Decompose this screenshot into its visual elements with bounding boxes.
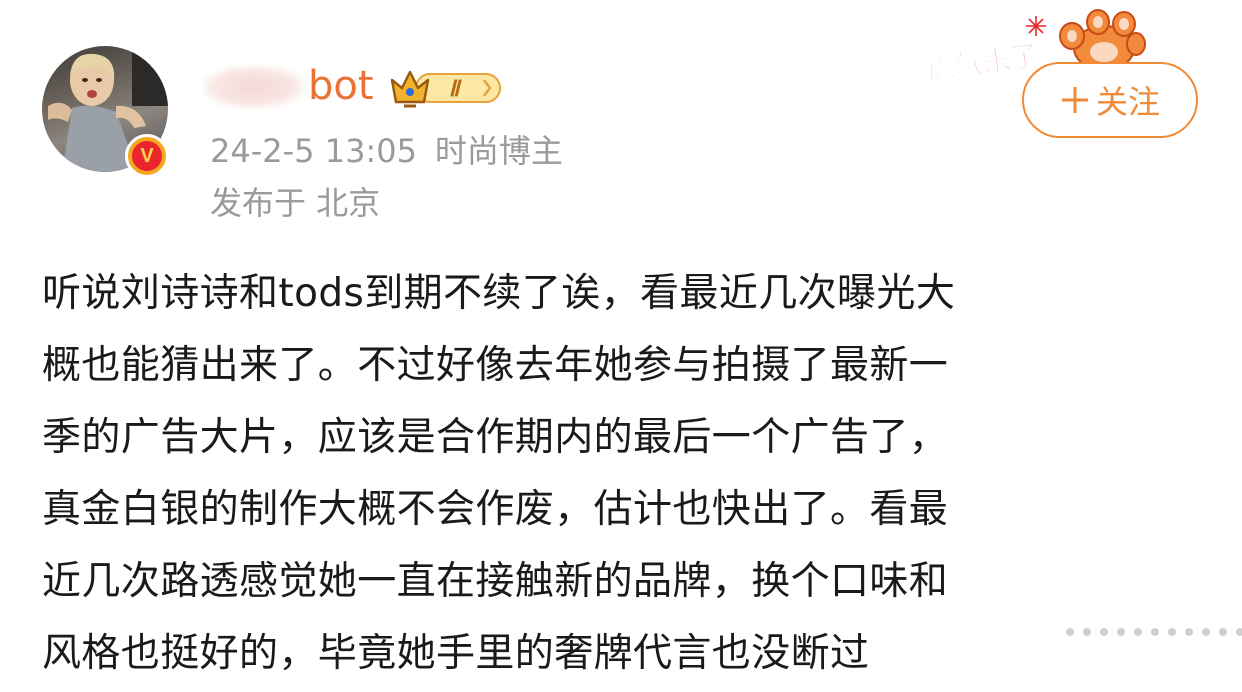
post-body-line: 概也能猜出来了。不过好像去年她参与拍摄了最新一 [42, 343, 949, 388]
verified-badge-icon: V [125, 134, 169, 178]
blurred-name-mask [204, 66, 304, 108]
post-body-line: 近几次路透感觉她一直在接触新的品牌，换个口味和 [42, 559, 949, 604]
plus-icon [1061, 87, 1088, 113]
follow-label: 关注 [1095, 83, 1160, 121]
follow-button[interactable]: 关注 [1022, 62, 1198, 138]
author-name[interactable]: bot [308, 62, 374, 110]
post-body-line: 季的广告大片，应该是合作期内的最后一个广告了， [42, 415, 949, 460]
post-location: 发布于 北京 [210, 184, 381, 222]
author-tag: 时尚博主 [434, 132, 563, 170]
post-body-line: 风格也挺好的，毕竟她手里的奢牌代言也没断过 [42, 631, 870, 676]
post-meta: 24-2-5 13:05 时尚博主 [210, 131, 563, 171]
verified-mark: V [132, 141, 162, 171]
post-body-line: 真金白银的制作大概不会作废，估计也快出了。看最 [42, 487, 949, 532]
truncation-dots-icon[interactable] [1066, 628, 1242, 636]
post-body-line: 听说刘诗诗和tods到期不续了诶，看最近几次曝光大 [42, 271, 956, 316]
crown-level-badge-icon[interactable]: Ⅱ [388, 66, 504, 110]
post-timestamp[interactable]: 24-2-5 13:05 [210, 132, 417, 170]
post-body: 听说刘诗诗和tods到期不续了诶，看最近几次曝光大 概也能猜出来了。不过好像去年… [42, 258, 1202, 690]
sticker-text: 虎气来了 [925, 38, 1041, 86]
